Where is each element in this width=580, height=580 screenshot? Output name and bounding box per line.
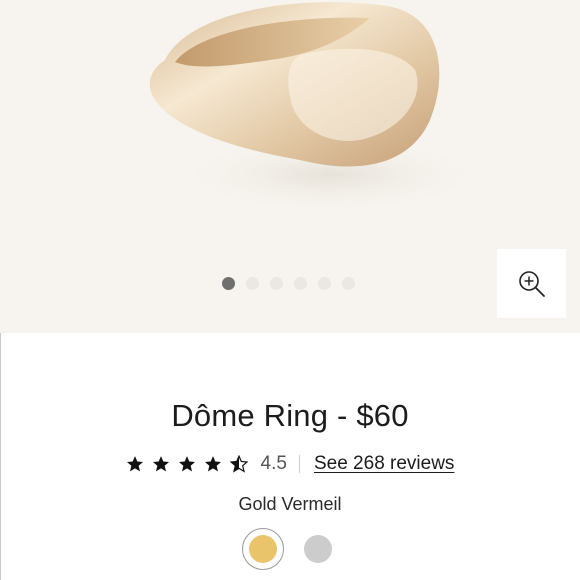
pagination-dot[interactable]: [246, 277, 259, 290]
rating-separator: [298, 455, 300, 473]
star-full-icon: [126, 456, 143, 472]
gallery-pagination: [222, 277, 355, 290]
see-reviews-link[interactable]: See 268 reviews: [314, 453, 454, 475]
zoom-in-icon: [518, 270, 545, 297]
star-full-icon: [204, 456, 221, 472]
product-image-gallery[interactable]: [0, 0, 580, 333]
pagination-dot-active[interactable]: [222, 277, 235, 290]
star-half-icon: [229, 455, 248, 473]
pagination-dot[interactable]: [270, 277, 283, 290]
rating-value: 4.5: [260, 453, 287, 474]
silver-swatch[interactable]: [304, 535, 332, 563]
variant-label: Gold Vermeil: [238, 494, 342, 514]
rating-summary: 4.5 See 268 reviews: [0, 453, 580, 475]
zoom-button[interactable]: [497, 249, 566, 318]
gold-swatch: [249, 535, 277, 563]
star-full-icon: [178, 456, 195, 472]
star-full-icon: [152, 456, 169, 472]
pagination-dot[interactable]: [342, 277, 355, 290]
pagination-dot[interactable]: [294, 277, 307, 290]
star-rating: [126, 455, 248, 473]
pagination-dot[interactable]: [318, 277, 331, 290]
swatch-gold-selected[interactable]: [242, 528, 284, 570]
product-title: Dôme Ring - $60: [171, 398, 409, 433]
